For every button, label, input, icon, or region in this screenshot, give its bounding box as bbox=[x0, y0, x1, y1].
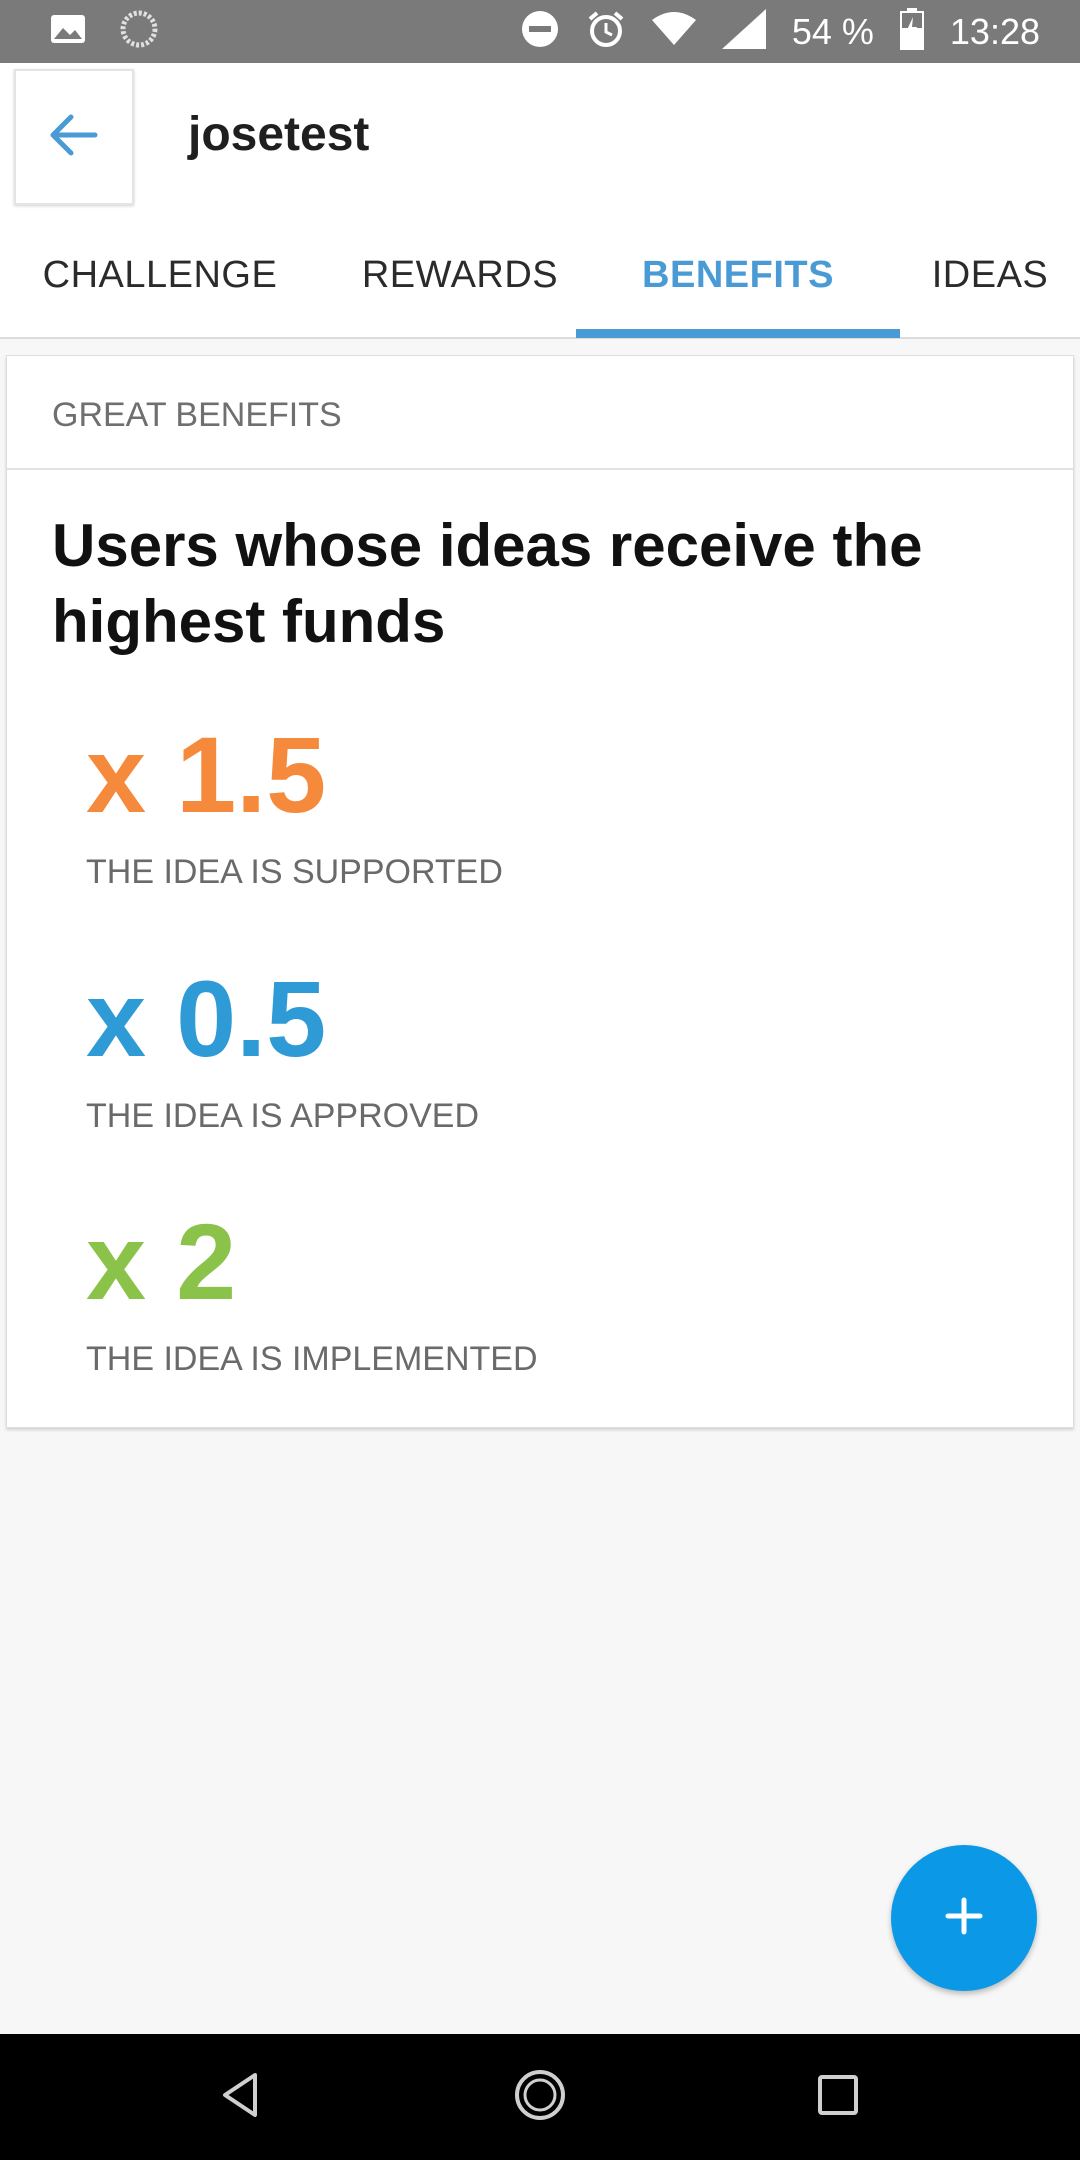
benefit-item-approved: x 0.5 THE IDEA IS APPROVED bbox=[86, 965, 479, 1136]
benefit-multiplier: x 2 bbox=[86, 1201, 237, 1322]
clock: 13:28 bbox=[949, 10, 1040, 52]
wifi-icon bbox=[651, 12, 696, 51]
signal-icon bbox=[721, 9, 766, 54]
benefit-multiplier: x 0.5 bbox=[86, 958, 327, 1079]
nav-back-button[interactable] bbox=[206, 2062, 276, 2132]
card-header: GREAT BENEFITS bbox=[7, 356, 1073, 470]
tab-bar: CHALLENGE REWARDS BENEFITS IDEAS bbox=[0, 213, 1080, 339]
tab-benefits[interactable]: BENEFITS bbox=[576, 213, 900, 337]
do-not-disturb-icon bbox=[520, 9, 560, 54]
alarm-icon bbox=[586, 9, 626, 54]
benefits-card: GREAT BENEFITS Users whose ideas receive… bbox=[6, 355, 1074, 1428]
recents-square-icon bbox=[817, 2074, 859, 2121]
page-title: josetest bbox=[188, 108, 370, 161]
benefit-multiplier: x 1.5 bbox=[86, 714, 327, 835]
tab-ideas[interactable]: IDEAS bbox=[910, 213, 1070, 337]
nav-recents-button[interactable] bbox=[803, 2062, 873, 2132]
plus-icon bbox=[944, 1896, 984, 1941]
tab-rewards[interactable]: REWARDS bbox=[330, 213, 590, 337]
sync-icon bbox=[120, 10, 158, 53]
tab-challenge[interactable]: CHALLENGE bbox=[20, 213, 300, 337]
tab-indicator bbox=[576, 329, 900, 338]
card-header-title: GREAT BENEFITS bbox=[52, 396, 342, 434]
benefit-label: THE IDEA IS SUPPORTED bbox=[86, 853, 503, 891]
home-circle-icon bbox=[513, 2068, 567, 2127]
app-bar: josetest bbox=[0, 63, 1080, 213]
benefits-headline: Users whose ideas receive the highest fu… bbox=[52, 512, 923, 655]
add-idea-button[interactable] bbox=[891, 1845, 1037, 1991]
back-triangle-icon bbox=[219, 2071, 263, 2124]
battery-icon bbox=[899, 8, 924, 55]
nav-home-button[interactable] bbox=[505, 2062, 575, 2132]
arrow-left-icon bbox=[49, 113, 99, 162]
benefit-item-implemented: x 2 THE IDEA IS IMPLEMENTED bbox=[86, 1208, 538, 1379]
image-icon bbox=[50, 14, 86, 49]
system-nav-bar bbox=[0, 2034, 1080, 2160]
battery-percent: 54 % bbox=[791, 10, 874, 52]
status-bar: 54 % 13:28 bbox=[0, 0, 1080, 63]
back-button[interactable] bbox=[14, 69, 134, 205]
benefit-item-supported: x 1.5 THE IDEA IS SUPPORTED bbox=[86, 721, 503, 892]
benefit-label: THE IDEA IS IMPLEMENTED bbox=[86, 1340, 538, 1378]
benefit-label: THE IDEA IS APPROVED bbox=[86, 1097, 480, 1135]
